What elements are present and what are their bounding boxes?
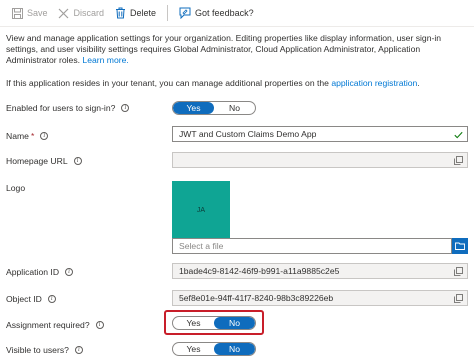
delete-button[interactable]: Delete [109, 3, 161, 23]
trash-icon [114, 7, 126, 19]
enabled-yes-option[interactable]: Yes [173, 102, 214, 114]
info-icon[interactable]: i [47, 295, 56, 303]
name-value: JWT and Custom Claims Demo App [179, 129, 317, 139]
assignment-label: Assignment required? [6, 320, 90, 330]
discard-button[interactable]: Discard [53, 3, 110, 23]
required-marker: * [30, 131, 35, 141]
assignment-toggle[interactable]: Yes No [172, 316, 256, 330]
copy-icon[interactable] [454, 267, 463, 276]
assignment-yes-option[interactable]: Yes [173, 317, 214, 329]
logo-label-row: Logo [6, 183, 25, 193]
toolbar-divider [167, 5, 169, 21]
save-label: Save [27, 8, 48, 18]
discard-label: Discard [73, 8, 105, 18]
enabled-label-row: Enabled for users to sign-in? i [6, 103, 130, 113]
info-icon[interactable]: i [74, 346, 83, 354]
browse-file-button[interactable] [452, 238, 468, 254]
feedback-icon [179, 7, 191, 19]
info-icon[interactable]: i [95, 321, 104, 329]
assignment-label-row: Assignment required? i [6, 320, 104, 330]
settings-description: View and manage application settings for… [6, 33, 468, 66]
object-id-label-row: Object ID i [6, 294, 56, 304]
command-bar: Save Discard Delete Got feedback? [0, 0, 474, 27]
save-button[interactable]: Save [6, 3, 53, 23]
folder-icon [455, 242, 465, 250]
name-label: Name [6, 131, 29, 141]
enabled-no-option[interactable]: No [214, 102, 255, 114]
visible-yes-option[interactable]: Yes [173, 343, 214, 355]
logo-initials: JA [196, 206, 206, 214]
close-icon [58, 7, 70, 19]
app-logo: JA [172, 181, 230, 239]
select-file-placeholder: Select a file [179, 241, 224, 251]
visible-label-row: Visible to users? i [6, 345, 83, 355]
delete-label: Delete [130, 8, 157, 18]
object-id-input[interactable]: 5ef8e01e-94ff-41f7-8240-98b3c89226eb [172, 290, 468, 306]
learn-more-link[interactable]: Learn more. [82, 55, 128, 65]
tenant-note-end: . [417, 78, 420, 88]
info-icon[interactable]: i [40, 132, 49, 140]
app-id-value: 1bade4c9-8142-46f9-b991-a11a9885c2e5 [179, 266, 340, 276]
homepage-input[interactable] [172, 152, 468, 168]
description-text: View and manage application settings for… [6, 33, 442, 65]
info-icon[interactable]: i [65, 268, 74, 276]
copy-icon[interactable] [454, 294, 463, 303]
assignment-no-option[interactable]: No [214, 317, 255, 329]
app-registration-link[interactable]: application registration [331, 78, 417, 88]
logo-label: Logo [6, 183, 26, 193]
app-id-input[interactable]: 1bade4c9-8142-46f9-b991-a11a9885c2e5 [172, 263, 468, 279]
enabled-label: Enabled for users to sign-in? [6, 103, 116, 113]
tenant-note-text: If this application resides in your tena… [6, 78, 332, 88]
name-input[interactable]: JWT and Custom Claims Demo App [172, 126, 468, 142]
tenant-note: If this application resides in your tena… [6, 78, 468, 88]
object-id-label: Object ID [6, 294, 42, 304]
app-id-label: Application ID [6, 267, 60, 277]
check-icon [454, 130, 463, 139]
homepage-label: Homepage URL [6, 156, 68, 166]
enabled-toggle[interactable]: Yes No [172, 101, 256, 115]
info-icon[interactable]: i [73, 157, 82, 165]
logo-file-input[interactable]: Select a file [172, 238, 452, 254]
visible-toggle[interactable]: Yes No [172, 342, 256, 356]
visible-no-option[interactable]: No [214, 343, 255, 355]
info-icon[interactable]: i [121, 104, 130, 112]
visible-label: Visible to users? [6, 345, 69, 355]
feedback-button[interactable]: Got feedback? [174, 3, 259, 23]
save-icon [11, 7, 23, 19]
object-id-value: 5ef8e01e-94ff-41f7-8240-98b3c89226eb [179, 293, 334, 303]
app-id-label-row: Application ID i [6, 267, 74, 277]
copy-icon[interactable] [454, 156, 463, 165]
name-label-row: Name * i [6, 131, 49, 141]
homepage-label-row: Homepage URL i [6, 156, 82, 166]
feedback-label: Got feedback? [195, 8, 254, 18]
